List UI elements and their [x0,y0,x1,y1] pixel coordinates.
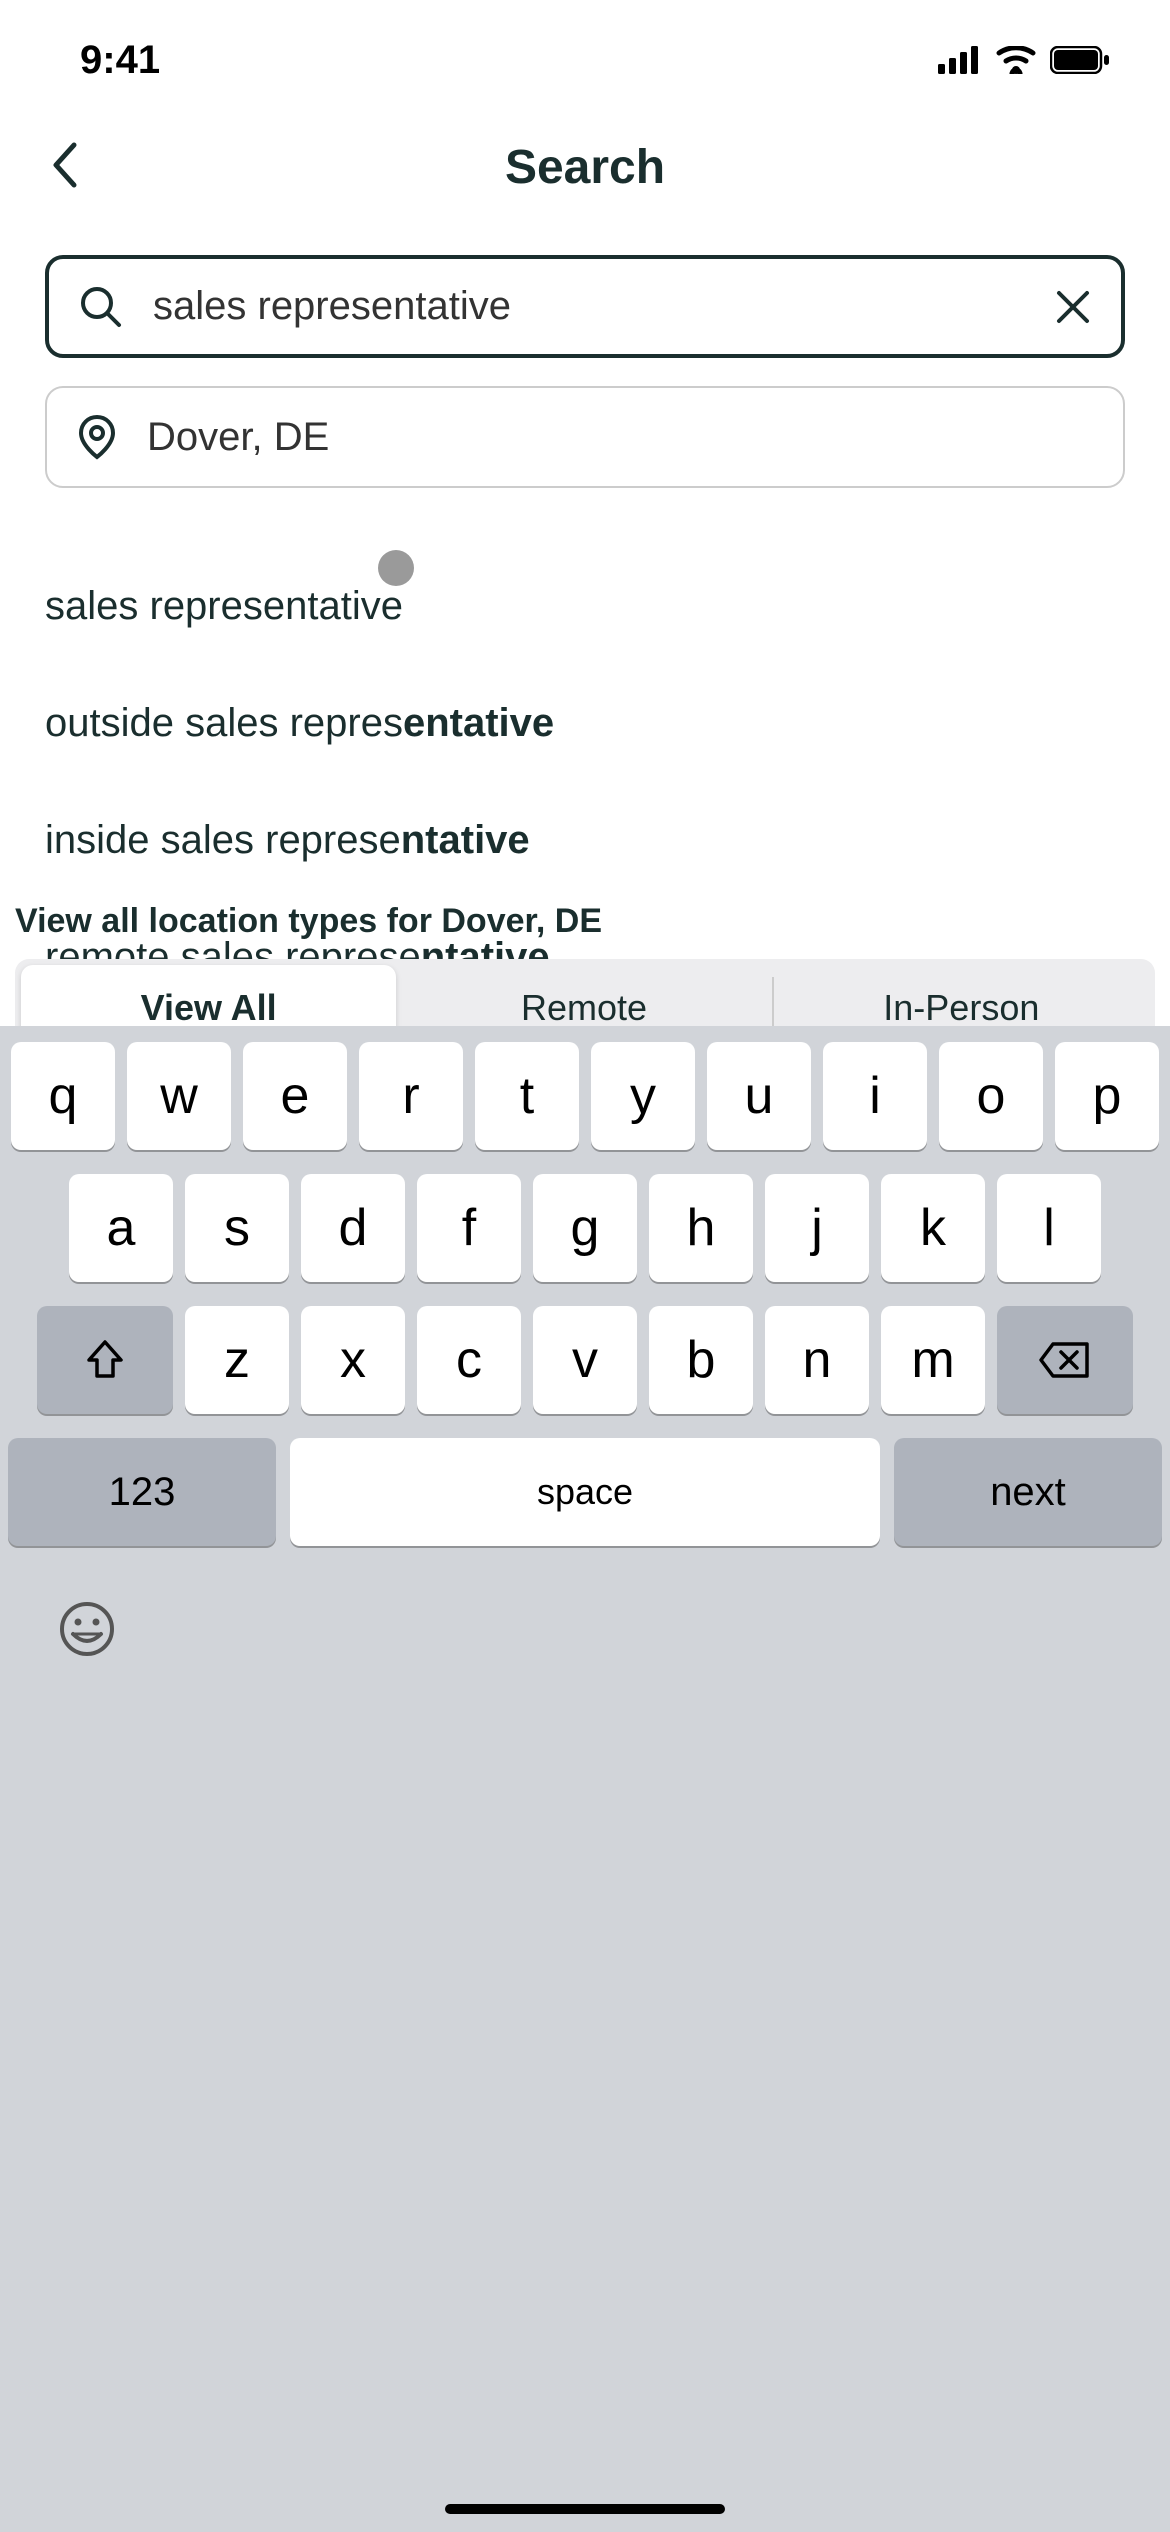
home-indicator[interactable] [445,2504,725,2514]
key-p[interactable]: p [1055,1042,1159,1150]
location-field[interactable] [45,386,1125,488]
key-v[interactable]: v [533,1306,637,1414]
key-o[interactable]: o [939,1042,1043,1150]
key-u[interactable]: u [707,1042,811,1150]
key-f[interactable]: f [417,1174,521,1282]
key-shift[interactable] [37,1306,173,1414]
chevron-left-icon [50,141,78,189]
cellular-icon [938,46,982,74]
key-y[interactable]: y [591,1042,695,1150]
key-s[interactable]: s [185,1174,289,1282]
shift-icon [83,1338,127,1382]
key-a[interactable]: a [69,1174,173,1282]
key-c[interactable]: c [417,1306,521,1414]
status-icons [938,46,1110,74]
key-q[interactable]: q [11,1042,115,1150]
back-button[interactable] [50,141,78,194]
page-title: Search [505,140,665,195]
key-backspace[interactable] [997,1306,1133,1414]
key-k[interactable]: k [881,1174,985,1282]
location-pin-icon [77,413,117,461]
key-123[interactable]: 123 [8,1438,276,1546]
keyboard-row-1: q w e r t y u i o p [8,1042,1162,1150]
suggestion-item[interactable]: sales representative [45,548,1125,665]
key-t[interactable]: t [475,1042,579,1150]
key-x[interactable]: x [301,1306,405,1414]
wifi-icon [996,46,1036,74]
key-w[interactable]: w [127,1042,231,1150]
clear-icon[interactable] [1055,289,1091,325]
status-time: 9:41 [80,38,160,83]
keyboard-row-2: a s d f g h j k l [8,1174,1162,1282]
key-space[interactable]: space [290,1438,880,1546]
key-e[interactable]: e [243,1042,347,1150]
key-m[interactable]: m [881,1306,985,1414]
search-input[interactable] [153,284,1055,329]
search-icon [79,285,123,329]
keyboard-row-3: z x c v b n m [8,1306,1162,1414]
key-i[interactable]: i [823,1042,927,1150]
key-r[interactable]: r [359,1042,463,1150]
key-n[interactable]: n [765,1306,869,1414]
location-input[interactable] [147,415,1093,460]
location-types-label: View all location types for Dover, DE [15,902,1155,959]
key-g[interactable]: g [533,1174,637,1282]
search-section [0,225,1170,488]
loading-indicator [378,550,414,586]
key-b[interactable]: b [649,1306,753,1414]
key-l[interactable]: l [997,1174,1101,1282]
suggestion-item[interactable]: inside sales representative [45,782,1125,899]
key-j[interactable]: j [765,1174,869,1282]
suggestion-item[interactable]: outside sales representative [45,665,1125,782]
keyboard-row-4: 123 space next [8,1438,1162,1546]
key-next[interactable]: next [894,1438,1162,1546]
keyboard: q w e r t y u i o p a s d f g h j k l z … [0,1026,1170,2532]
battery-icon [1050,46,1110,74]
key-z[interactable]: z [185,1306,289,1414]
search-field[interactable] [45,255,1125,358]
backspace-icon [1039,1340,1091,1380]
emoji-icon[interactable] [58,1600,116,1658]
key-h[interactable]: h [649,1174,753,1282]
header: Search [0,110,1170,225]
status-bar: 9:41 [0,0,1170,110]
key-d[interactable]: d [301,1174,405,1282]
emoji-row [8,1570,1162,1688]
